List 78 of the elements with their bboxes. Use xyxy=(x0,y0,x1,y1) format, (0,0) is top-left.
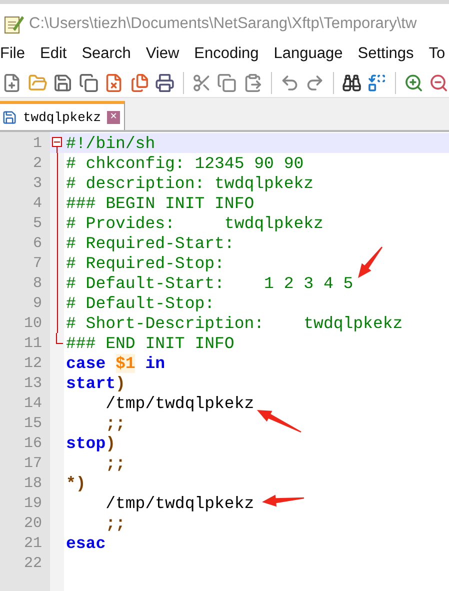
code-line: # Provides: twdqlpkekz xyxy=(66,214,324,232)
menu-item[interactable]: Encoding xyxy=(194,45,259,63)
code-line: ### BEGIN INIT INFO xyxy=(66,194,254,212)
menu-item[interactable]: View xyxy=(146,45,180,63)
code-line: /tmp/twdqlpkekz xyxy=(104,394,254,412)
zoom-in-icon[interactable] xyxy=(404,72,424,92)
save-icon xyxy=(2,110,17,124)
code-line: ;; xyxy=(104,454,126,472)
menu-item[interactable]: To xyxy=(428,45,446,63)
line-number: 11 xyxy=(22,334,43,352)
line-number: 22 xyxy=(22,554,43,572)
line-number: 6 xyxy=(32,234,43,252)
code-line: # description: twdqlpkekz xyxy=(66,174,314,192)
line-number: 10 xyxy=(22,314,43,332)
replace-icon[interactable] xyxy=(367,72,387,92)
arrow-icon xyxy=(358,246,383,278)
binoculars-icon[interactable] xyxy=(342,72,362,92)
line-number: 16 xyxy=(22,434,43,452)
line-number: 1 xyxy=(32,134,43,152)
menu-item[interactable]: File xyxy=(0,45,25,63)
menu-item[interactable]: Settings xyxy=(358,45,414,63)
code-line: # Default-Start: 1 2 3 4 5 xyxy=(66,274,354,292)
close-all-icon[interactable] xyxy=(130,72,150,92)
menu-item[interactable]: Language xyxy=(274,45,343,63)
undo-icon[interactable] xyxy=(280,72,300,92)
folder-icon[interactable] xyxy=(28,72,48,92)
save-icon[interactable] xyxy=(53,72,73,92)
code-line: *) xyxy=(66,474,86,492)
line-number: 12 xyxy=(22,354,43,372)
code-line: #!/bin/sh xyxy=(66,134,156,152)
line-number: 3 xyxy=(32,174,43,192)
arrow-icon xyxy=(257,410,302,433)
save-all-icon[interactable] xyxy=(78,72,98,92)
code-line: start) xyxy=(66,374,126,392)
fold-marker-icon[interactable] xyxy=(52,137,62,153)
menu-item[interactable]: Edit xyxy=(40,45,67,63)
paste-icon[interactable] xyxy=(243,72,263,92)
new-file-icon[interactable] xyxy=(2,72,22,92)
line-number: 18 xyxy=(22,474,43,492)
line-number: 19 xyxy=(22,494,43,512)
copy-icon[interactable] xyxy=(217,72,238,92)
code-line: # Short-Description: twdqlpkekz xyxy=(66,314,403,332)
line-number: 9 xyxy=(32,294,43,312)
line-number: 7 xyxy=(32,254,43,272)
line-number: 20 xyxy=(22,514,43,532)
window-title: C:\Users\tiezh\Documents\NetSarang\Xftp\Temporary\tw xyxy=(29,15,417,33)
code-editor[interactable] xyxy=(0,132,449,591)
code-line: stop) xyxy=(66,434,116,452)
arrow-icon xyxy=(262,494,304,507)
code-line: # Required-Start: xyxy=(66,234,234,252)
close-file-icon[interactable] xyxy=(104,72,124,92)
line-number: 8 xyxy=(32,274,43,292)
line-number: 21 xyxy=(22,534,43,552)
zoom-out-icon[interactable] xyxy=(429,72,449,92)
cut-icon[interactable] xyxy=(192,72,212,92)
code-line: # Required-Stop: xyxy=(66,254,224,272)
line-number: 2 xyxy=(32,154,43,172)
code-line: # Default-Stop: xyxy=(66,294,215,312)
code-line: ;; xyxy=(104,514,126,532)
line-number: 15 xyxy=(22,414,43,432)
line-number: 17 xyxy=(22,454,43,472)
code-line: case $1 in xyxy=(66,354,166,372)
line-number: 13 xyxy=(22,374,43,392)
code-line: /tmp/twdqlpkekz xyxy=(104,494,254,512)
fold-end-line xyxy=(56,333,63,344)
line-number: 14 xyxy=(22,394,43,412)
code-line: # chkconfig: 12345 90 90 xyxy=(66,154,304,172)
line-number: 5 xyxy=(32,214,43,232)
code-line: esac xyxy=(66,534,106,552)
line-number: 4 xyxy=(32,194,43,212)
notepad-icon xyxy=(4,14,24,34)
print-icon[interactable] xyxy=(155,72,175,92)
close-icon[interactable]: ✕ xyxy=(107,110,120,124)
code-line: ### END INIT INFO xyxy=(66,334,234,352)
redo-icon[interactable] xyxy=(305,72,325,92)
code-line: ;; xyxy=(104,414,126,432)
file-tab[interactable]: twdqlpkekz ✕ xyxy=(0,101,126,130)
menu-item[interactable]: Search xyxy=(82,45,131,63)
